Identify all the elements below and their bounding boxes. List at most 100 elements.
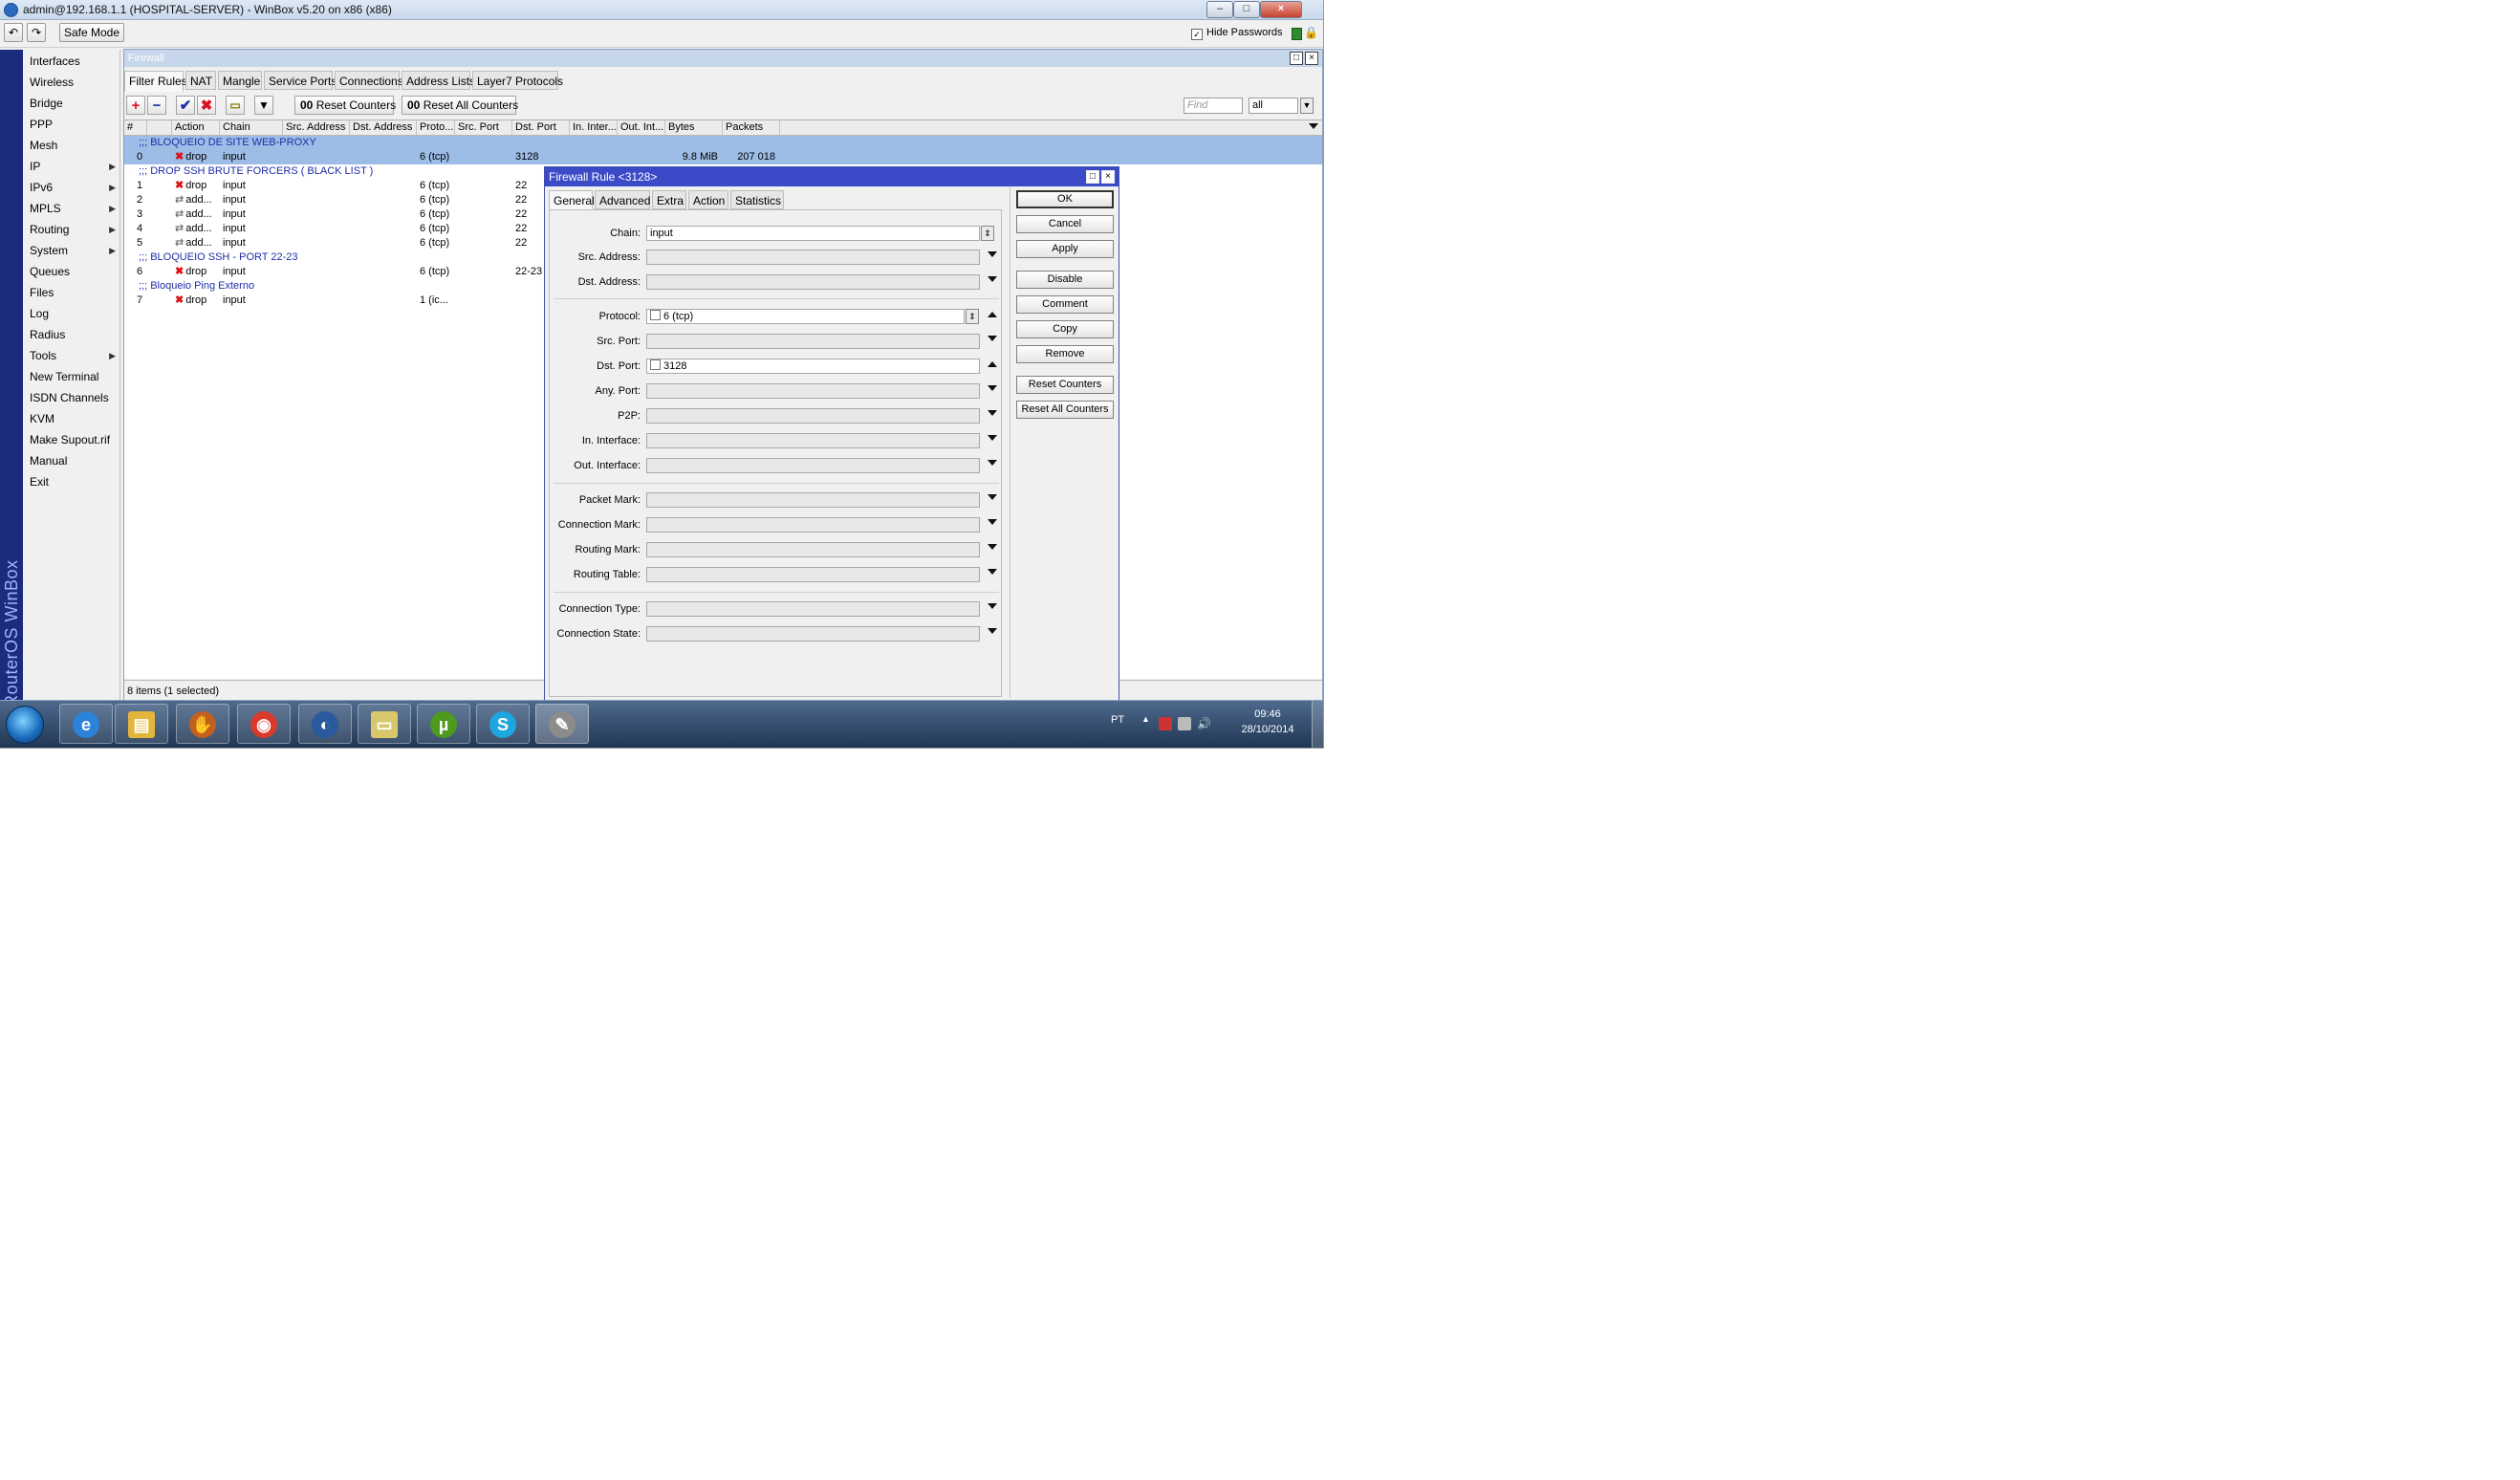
taskbar-app-skype[interactable]: S (476, 704, 530, 744)
chevron-down-icon[interactable] (988, 569, 997, 575)
ok-button[interactable]: OK (1016, 190, 1114, 208)
sidebar-item-mesh[interactable]: Mesh (30, 136, 118, 155)
sidebar-item-ipv6[interactable]: IPv6 ▶ (30, 178, 118, 197)
tab-extra[interactable]: Extra (652, 190, 686, 209)
negate-checkbox[interactable] (650, 310, 661, 320)
disable-button[interactable]: Disable (1016, 271, 1114, 289)
taskbar-app-chrome[interactable]: ◉ (237, 704, 291, 744)
sidebar-item-routing[interactable]: Routing ▶ (30, 220, 118, 239)
reset-counters-button[interactable]: 00 Reset Counters (294, 96, 396, 115)
p2p-field[interactable] (646, 408, 980, 424)
tab-mangle[interactable]: Mangle (218, 71, 262, 90)
column-chooser-icon[interactable] (1309, 123, 1318, 129)
undo-button[interactable]: ↶ (4, 23, 23, 42)
out-interface-field[interactable] (646, 458, 980, 473)
add-rule-button[interactable]: + (126, 96, 145, 115)
maximize-button[interactable]: □ (1233, 1, 1260, 18)
network-warning-icon[interactable] (1159, 717, 1172, 730)
restore-icon[interactable]: □ (1086, 170, 1099, 184)
reset-all-counters-button[interactable]: Reset All Counters (1016, 401, 1114, 419)
enable-rule-button[interactable]: ✔ (176, 96, 195, 115)
chain-select-icon[interactable]: ⇕ (981, 226, 994, 241)
sidebar-item-exit[interactable]: Exit (30, 472, 118, 491)
connection-state-field[interactable] (646, 626, 980, 642)
chevron-down-icon[interactable] (988, 603, 997, 609)
column-header-bytes[interactable]: Bytes (665, 120, 723, 135)
src-address-field[interactable] (646, 250, 980, 265)
column-header-out-interface[interactable]: Out. Int... (618, 120, 665, 135)
sidebar-item-tools[interactable]: Tools ▶ (30, 346, 118, 365)
sidebar-item-mpls[interactable]: MPLS ▶ (30, 199, 118, 218)
chevron-down-icon[interactable] (988, 385, 997, 391)
tab-service-ports[interactable]: Service Ports (264, 71, 337, 90)
tab-filter-rules[interactable]: Filter Rules (124, 71, 187, 92)
tab-layer7-protocols[interactable]: Layer7 Protocols (472, 71, 563, 90)
sidebar-item-interfaces[interactable]: Interfaces (30, 52, 118, 71)
routing-table-field[interactable] (646, 567, 980, 582)
column-header-dst-port[interactable]: Dst. Port (512, 120, 570, 135)
negate-checkbox[interactable] (650, 359, 661, 370)
column-header-action[interactable]: Action (172, 120, 220, 135)
tab-action[interactable]: Action (688, 190, 728, 209)
find-input[interactable]: Find (1184, 98, 1243, 114)
sidebar-item-make-supout[interactable]: Make Supout.rif (30, 430, 118, 449)
tab-connections[interactable]: Connections (335, 71, 403, 90)
hide-passwords-checkbox[interactable]: ✓ Hide Passwords (1191, 27, 1282, 40)
remove-button[interactable]: Remove (1016, 345, 1114, 363)
filter-button[interactable]: ▼ (254, 96, 273, 115)
sidebar-item-bridge[interactable]: Bridge (30, 94, 118, 113)
taskbar-app-utorrent[interactable]: µ (417, 704, 470, 744)
close-button[interactable]: × (1260, 1, 1302, 18)
sidebar-item-wireless[interactable]: Wireless (30, 73, 118, 92)
any-port-field[interactable] (646, 383, 980, 399)
taskbar-app-gecko[interactable]: ✋ (176, 704, 229, 744)
chevron-down-icon[interactable] (988, 460, 997, 466)
sidebar-item-kvm[interactable]: KVM (30, 409, 118, 428)
sidebar-item-isdn-channels[interactable]: ISDN Channels (30, 388, 118, 407)
connection-type-field[interactable] (646, 601, 980, 617)
taskbar-app-thunderbird[interactable]: ◐ (298, 704, 352, 744)
sidebar-item-system[interactable]: System ▶ (30, 241, 118, 260)
routing-mark-field[interactable] (646, 542, 980, 557)
clock[interactable]: 09:46 28/10/2014 (1229, 707, 1306, 737)
tray-expand-icon[interactable]: ▲ (1141, 714, 1150, 724)
sidebar-item-manual[interactable]: Manual (30, 451, 118, 470)
column-header-src-address[interactable]: Src. Address (283, 120, 350, 135)
chevron-up-icon[interactable] (988, 361, 997, 367)
chevron-down-icon[interactable] (988, 544, 997, 550)
reset-counters-button[interactable]: Reset Counters (1016, 376, 1114, 394)
dst-address-field[interactable] (646, 274, 980, 290)
comment-button[interactable]: Comment (1016, 295, 1114, 314)
chevron-down-icon[interactable] (988, 519, 997, 525)
remove-rule-button[interactable]: − (147, 96, 166, 115)
copy-button[interactable]: Copy (1016, 320, 1114, 338)
start-button[interactable] (6, 706, 44, 744)
redo-button[interactable]: ↷ (27, 23, 46, 42)
sidebar-item-ppp[interactable]: PPP (30, 115, 118, 134)
apply-button[interactable]: Apply (1016, 240, 1114, 258)
disable-rule-button[interactable]: ✖ (197, 96, 216, 115)
column-header-flags[interactable] (147, 120, 172, 135)
dst-port-field[interactable]: 3128 (646, 359, 980, 374)
column-header-protocol[interactable]: Proto... (417, 120, 455, 135)
cancel-button[interactable]: Cancel (1016, 215, 1114, 233)
volume-icon[interactable]: 🔊 (1197, 717, 1211, 730)
sidebar-item-queues[interactable]: Queues (30, 262, 118, 281)
in-interface-field[interactable] (646, 433, 980, 448)
safe-mode-button[interactable]: Safe Mode (59, 23, 124, 42)
chevron-down-icon[interactable] (988, 410, 997, 416)
tab-address-lists[interactable]: Address Lists (402, 71, 475, 90)
close-icon[interactable]: × (1101, 170, 1115, 184)
connection-mark-field[interactable] (646, 517, 980, 533)
sidebar-item-ip[interactable]: IP ▶ (30, 157, 118, 176)
protocol-select-icon[interactable]: ⇕ (966, 309, 979, 324)
packet-mark-field[interactable] (646, 492, 980, 508)
protocol-field[interactable]: 6 (tcp) (646, 309, 965, 324)
comment-row[interactable]: ;;; BLOQUEIO DE SITE WEB-PROXY (124, 136, 1322, 150)
tab-nat[interactable]: NAT (185, 71, 216, 90)
comment-rule-button[interactable]: ▭ (226, 96, 245, 115)
tab-statistics[interactable]: Statistics (730, 190, 784, 209)
chevron-down-icon[interactable] (988, 276, 997, 282)
taskbar-app-folder[interactable]: ▭ (358, 704, 411, 744)
restore-icon[interactable]: □ (1290, 52, 1303, 65)
